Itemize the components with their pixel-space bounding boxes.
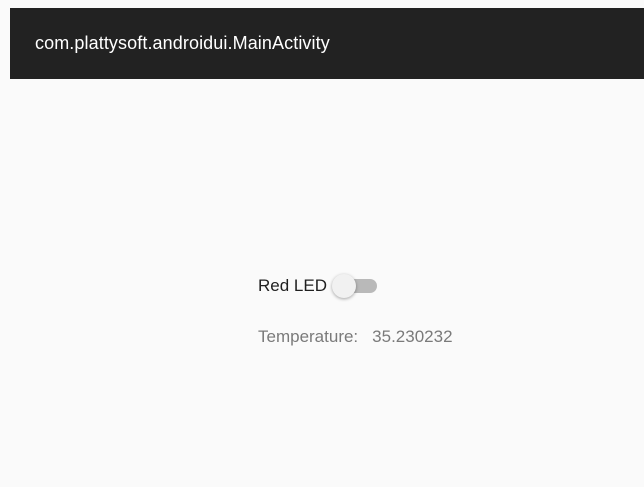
temperature-label: Temperature: bbox=[258, 327, 359, 346]
main-content: Red LED Temperature: 35.230232 bbox=[10, 79, 644, 487]
red-led-label: Red LED bbox=[258, 276, 327, 295]
app-bar: com.plattysoft.androidui.MainActivity bbox=[10, 8, 644, 79]
red-led-switch-row[interactable]: Red LED bbox=[258, 272, 383, 300]
red-led-toggle[interactable] bbox=[331, 272, 383, 300]
switch-thumb[interactable] bbox=[331, 274, 356, 298]
temperature-value: 35.230232 bbox=[372, 327, 453, 346]
app-title: com.plattysoft.androidui.MainActivity bbox=[35, 33, 330, 53]
temperature-row: Temperature: 35.230232 bbox=[258, 327, 453, 347]
